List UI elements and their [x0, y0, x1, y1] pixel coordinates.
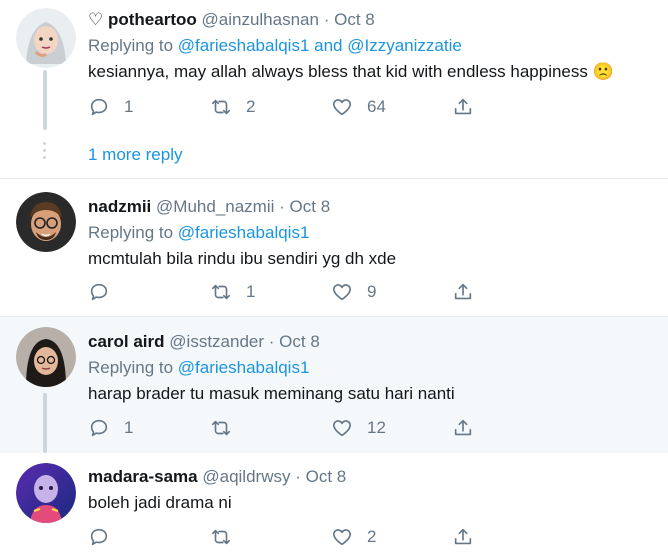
- user-handle[interactable]: @isstzander: [169, 332, 264, 351]
- share-icon: [454, 98, 472, 115]
- like-icon: [332, 529, 352, 546]
- share-button[interactable]: [452, 525, 474, 549]
- like-icon: [332, 420, 352, 437]
- tweet-potheartoo[interactable]: ♡ potheartoo @ainzulhasnan · Oct 8 Reply…: [0, 0, 668, 178]
- mention-link[interactable]: @Izzyanizzatie: [347, 36, 462, 55]
- separator: ·: [268, 332, 275, 351]
- like-button[interactable]: 12: [331, 416, 386, 440]
- like-count: 64: [367, 97, 386, 116]
- share-button[interactable]: [452, 416, 474, 440]
- reply-icon: [90, 283, 108, 301]
- like-button[interactable]: 9: [331, 280, 376, 304]
- user-handle[interactable]: @ainzulhasnan: [202, 10, 319, 29]
- like-button[interactable]: 2: [331, 525, 376, 549]
- share-button[interactable]: [452, 95, 474, 119]
- tweet-date[interactable]: Oct 8: [290, 197, 331, 216]
- tweet-madara-sama[interactable]: madara-sama @aqildrwsy · Oct 8 boleh jad…: [0, 453, 668, 553]
- reply-button[interactable]: 1: [88, 95, 133, 119]
- separator: ·: [295, 467, 301, 486]
- separator: ·: [323, 10, 330, 29]
- avatar[interactable]: [16, 327, 76, 387]
- like-count: 2: [367, 527, 377, 546]
- replying-to-label: Replying to: [88, 223, 174, 242]
- mention-joiner: and: [314, 36, 343, 55]
- retweet-count: 1: [246, 282, 256, 301]
- user-handle[interactable]: @aqildrwsy: [202, 467, 290, 486]
- display-name[interactable]: nadzmii: [88, 197, 151, 216]
- display-name-prefix[interactable]: ♡: [88, 10, 103, 29]
- reply-icon: [90, 98, 108, 116]
- share-icon: [454, 419, 472, 436]
- tweet-nadzmii[interactable]: nadzmii @Muhd_nazmii · Oct 8 Replying to…: [0, 179, 668, 316]
- reply-icon: [90, 528, 108, 546]
- user-handle[interactable]: @Muhd_nazmii: [156, 197, 274, 216]
- thread-gap-dots: [43, 142, 47, 163]
- retweet-count: 2: [246, 97, 256, 116]
- tweet-date[interactable]: Oct 8: [279, 332, 320, 351]
- mention-link[interactable]: @farieshabalqis1: [178, 36, 310, 55]
- like-button[interactable]: 64: [331, 95, 386, 119]
- display-name[interactable]: potheartoo: [108, 10, 197, 29]
- like-count: 12: [367, 418, 386, 437]
- retweet-icon: [211, 420, 231, 436]
- avatar[interactable]: [16, 8, 76, 68]
- tweet-text: harap brader tu masuk meminang satu hari…: [88, 384, 455, 403]
- tweet-text: mcmtulah bila rindu ibu sendiri yg dh xd…: [88, 249, 397, 268]
- tweet-text: boleh jadi drama ni: [88, 493, 232, 512]
- share-icon: [454, 528, 472, 545]
- replying-to-label: Replying to: [88, 36, 174, 55]
- reply-button[interactable]: [88, 525, 124, 549]
- replying-to-label: Replying to: [88, 358, 174, 377]
- reply-icon: [90, 419, 108, 437]
- retweet-icon: [211, 284, 231, 300]
- display-name[interactable]: carol aird: [88, 332, 165, 351]
- retweet-button[interactable]: 1: [210, 280, 255, 304]
- retweet-icon: [211, 529, 231, 545]
- mention-link[interactable]: @farieshabalqis1: [178, 223, 310, 242]
- reply-count: 1: [124, 97, 134, 116]
- tweet-date[interactable]: Oct 8: [334, 10, 375, 29]
- like-count: 9: [367, 282, 377, 301]
- like-icon: [332, 99, 352, 116]
- retweet-button[interactable]: [210, 416, 246, 440]
- reply-button[interactable]: [88, 280, 124, 304]
- tweet-carol-aird[interactable]: carol aird @isstzander · Oct 8 Replying …: [0, 317, 668, 453]
- retweet-icon: [211, 99, 231, 115]
- retweet-button[interactable]: 2: [210, 95, 255, 119]
- share-icon: [454, 283, 472, 300]
- tweet-date[interactable]: Oct 8: [306, 467, 347, 486]
- like-icon: [332, 284, 352, 301]
- reply-count: 1: [124, 418, 134, 437]
- thread-line: [43, 70, 47, 130]
- separator: ·: [279, 197, 285, 216]
- retweet-button[interactable]: [210, 525, 246, 549]
- thread-line: [43, 393, 47, 453]
- reply-button[interactable]: 1: [88, 416, 133, 440]
- more-replies-link[interactable]: 1 more reply: [88, 145, 182, 165]
- display-name[interactable]: madara-sama: [88, 467, 198, 486]
- avatar[interactable]: [16, 463, 76, 523]
- mention-link[interactable]: @farieshabalqis1: [178, 358, 310, 377]
- tweet-text: kesiannya, may allah always bless that k…: [88, 62, 614, 81]
- share-button[interactable]: [452, 280, 474, 304]
- avatar[interactable]: [16, 192, 76, 252]
